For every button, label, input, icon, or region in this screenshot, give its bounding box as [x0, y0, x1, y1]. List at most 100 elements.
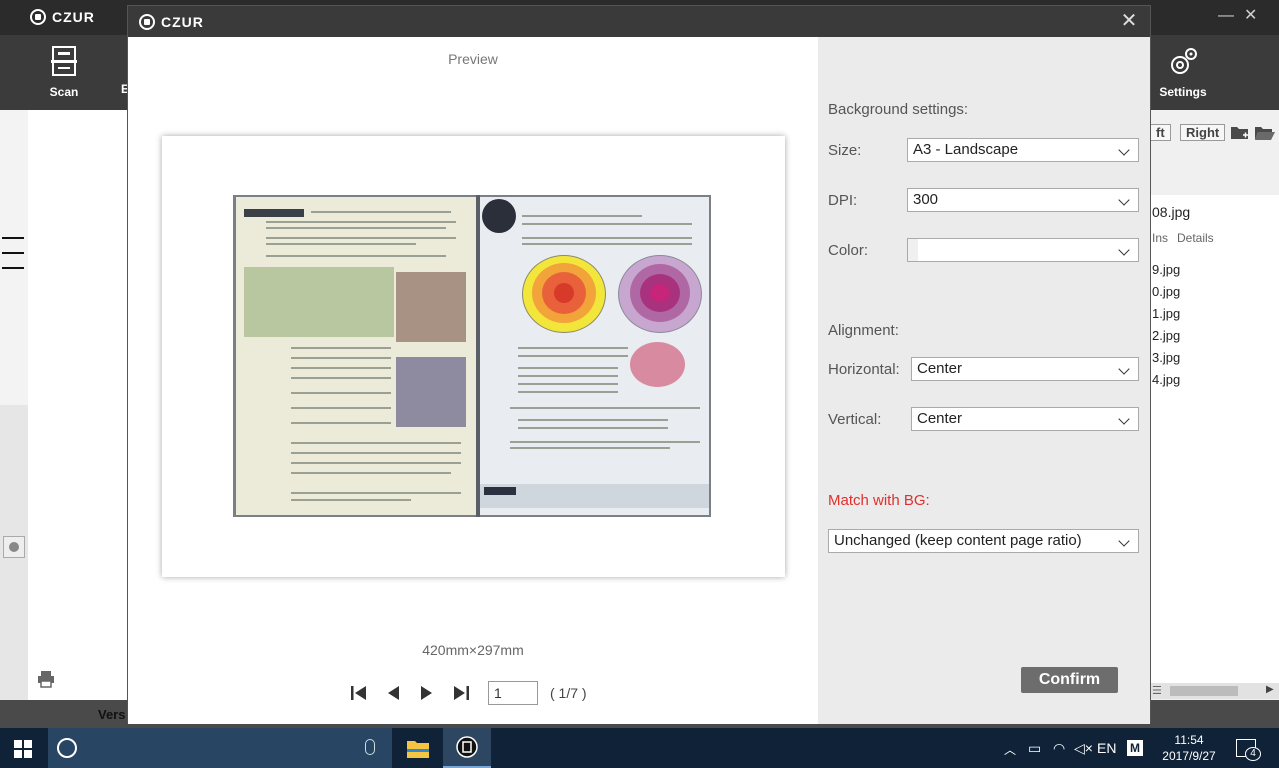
file-list-item[interactable]: 2.jpg [1152, 328, 1180, 343]
last-page-button[interactable] [444, 680, 478, 706]
page-number-input[interactable]: 1 [488, 681, 538, 705]
dialog-titlebar: CZUR ✕ [128, 6, 1150, 37]
file-list-item[interactable]: 4.jpg [1152, 372, 1180, 387]
battery-icon[interactable]: ▭ [1028, 740, 1041, 757]
scroll-right-icon[interactable]: ▶ [1266, 684, 1274, 695]
background-settings-dialog: CZUR ✕ Preview 420mm×297mm 1 (1/7) Bac… [127, 5, 1151, 724]
clock-time: 11:54 [1174, 733, 1204, 747]
preview-area: Preview 420mm×297mm 1 (1/7) [128, 37, 818, 724]
file-list-item[interactable]: 0.jpg [1152, 284, 1180, 299]
vertical-select-value: Center [917, 410, 963, 427]
book-photo-1 [396, 272, 466, 342]
book-photo-2 [396, 357, 466, 427]
scan-icon [51, 46, 77, 76]
page-size-text: 420mm×297mm [422, 642, 524, 658]
volume-muted-icon[interactable]: ◁× [1074, 740, 1093, 757]
chevron-down-icon [1118, 363, 1130, 375]
color-select[interactable] [907, 238, 1139, 262]
language-indicator[interactable]: EN [1097, 740, 1116, 756]
book-onion-graphic [630, 342, 685, 387]
file-list-item[interactable]: 1.jpg [1152, 306, 1180, 321]
crop-marker-icon[interactable] [2, 237, 24, 269]
scan-label: Scan [49, 85, 79, 99]
minimize-icon[interactable]: — [1218, 8, 1234, 24]
scroll-grip-icon: ☰ [1152, 685, 1162, 697]
chevron-down-icon [1118, 535, 1130, 547]
rotate-left-button[interactable]: ft [1150, 124, 1171, 141]
chevron-up-icon[interactable]: ︿ [1004, 741, 1016, 758]
wifi-icon[interactable]: ◠ [1053, 740, 1065, 757]
app-brand-text: CZUR [52, 9, 95, 25]
windows-start-icon[interactable] [14, 740, 32, 758]
new-folder-icon[interactable] [1230, 122, 1250, 142]
horizontal-select[interactable]: Center [911, 357, 1139, 381]
version-label: Vers [98, 707, 126, 722]
book-right-page [480, 197, 709, 515]
scan-button[interactable]: Scan [29, 45, 99, 99]
scrollbar-thumb[interactable] [1170, 686, 1238, 696]
vertical-select[interactable]: Center [911, 407, 1139, 431]
next-page-button[interactable] [410, 680, 444, 706]
microphone-icon[interactable] [365, 739, 375, 755]
last-page-icon [454, 686, 469, 700]
open-folder-icon[interactable] [1254, 122, 1276, 142]
size-select-value: A3 - Landscape [913, 141, 1019, 158]
file-list-item[interactable]: 9.jpg [1152, 262, 1180, 277]
dialog-brand-text: CZUR [161, 14, 204, 30]
chevron-down-icon [1118, 244, 1130, 256]
page-navigation: 1 ( 1/7 ) [342, 680, 587, 706]
notification-badge: 4 [1245, 747, 1261, 761]
confirm-button[interactable]: Confirm [1021, 667, 1118, 693]
taskbar-search-box[interactable] [48, 728, 392, 768]
settings-label: Settings [1159, 85, 1207, 99]
color-swatch [908, 239, 918, 261]
previous-page-button[interactable] [376, 680, 410, 706]
czur-logo-icon [139, 14, 155, 30]
size-select[interactable]: A3 - Landscape [907, 138, 1139, 162]
ime-indicator[interactable]: M [1127, 740, 1143, 756]
preview-page [162, 136, 785, 577]
rotate-right-button[interactable]: Right [1180, 124, 1226, 141]
clock-date: 2017/9/27 [1162, 749, 1216, 763]
book-table-graphic [244, 267, 394, 337]
column-ins[interactable]: Ins [1152, 231, 1168, 245]
chevron-down-icon [1118, 413, 1130, 425]
selected-file-name: 08.jpg [1152, 204, 1191, 220]
czur-taskbar-button[interactable] [443, 728, 491, 768]
czur-app-icon [456, 736, 478, 758]
close-icon[interactable]: ✕ [1244, 8, 1257, 24]
next-page-icon [421, 686, 432, 700]
print-icon[interactable] [37, 670, 55, 688]
file-list-item[interactable]: 3.jpg [1152, 350, 1180, 365]
cortana-icon[interactable] [57, 738, 77, 758]
preview-label: Preview [448, 51, 498, 67]
dpi-select-value: 300 [913, 191, 939, 208]
match-bg-select[interactable]: Unchanged (keep content page ratio) [828, 529, 1139, 553]
size-label: Size: [828, 142, 862, 159]
dpi-select[interactable]: 300 [907, 188, 1139, 212]
book-left-page [236, 197, 476, 515]
folder-icon [407, 741, 429, 758]
first-page-button[interactable] [342, 680, 376, 706]
color-label: Color: [828, 242, 869, 259]
czur-logo-icon [30, 9, 46, 25]
column-details[interactable]: Details [1177, 231, 1214, 245]
horizontal-select-value: Center [917, 360, 963, 377]
chevron-down-icon [1118, 194, 1130, 206]
gear-icon [1171, 48, 1197, 74]
first-page-icon [351, 686, 366, 700]
horizontal-label: Horizontal: [828, 361, 900, 378]
match-bg-select-value: Unchanged (keep content page ratio) [834, 532, 1082, 549]
file-explorer-taskbar-button[interactable] [394, 728, 442, 768]
expand-panel-icon[interactable] [3, 536, 25, 558]
vertical-label: Vertical: [828, 411, 882, 428]
app-logo: CZUR [30, 9, 95, 25]
clock[interactable]: 11:54 2017/9/27 [1158, 732, 1220, 764]
match-bg-label: Match with BG: [828, 492, 930, 509]
settings-button[interactable]: Settings [1148, 45, 1218, 99]
previous-page-icon [388, 686, 399, 700]
page-total-label: ( 1/7 ) [550, 685, 587, 701]
dialog-close-button[interactable]: ✕ [1118, 10, 1140, 32]
background-settings-heading: Background settings: [828, 101, 969, 118]
alignment-heading: Alignment: [828, 322, 899, 339]
